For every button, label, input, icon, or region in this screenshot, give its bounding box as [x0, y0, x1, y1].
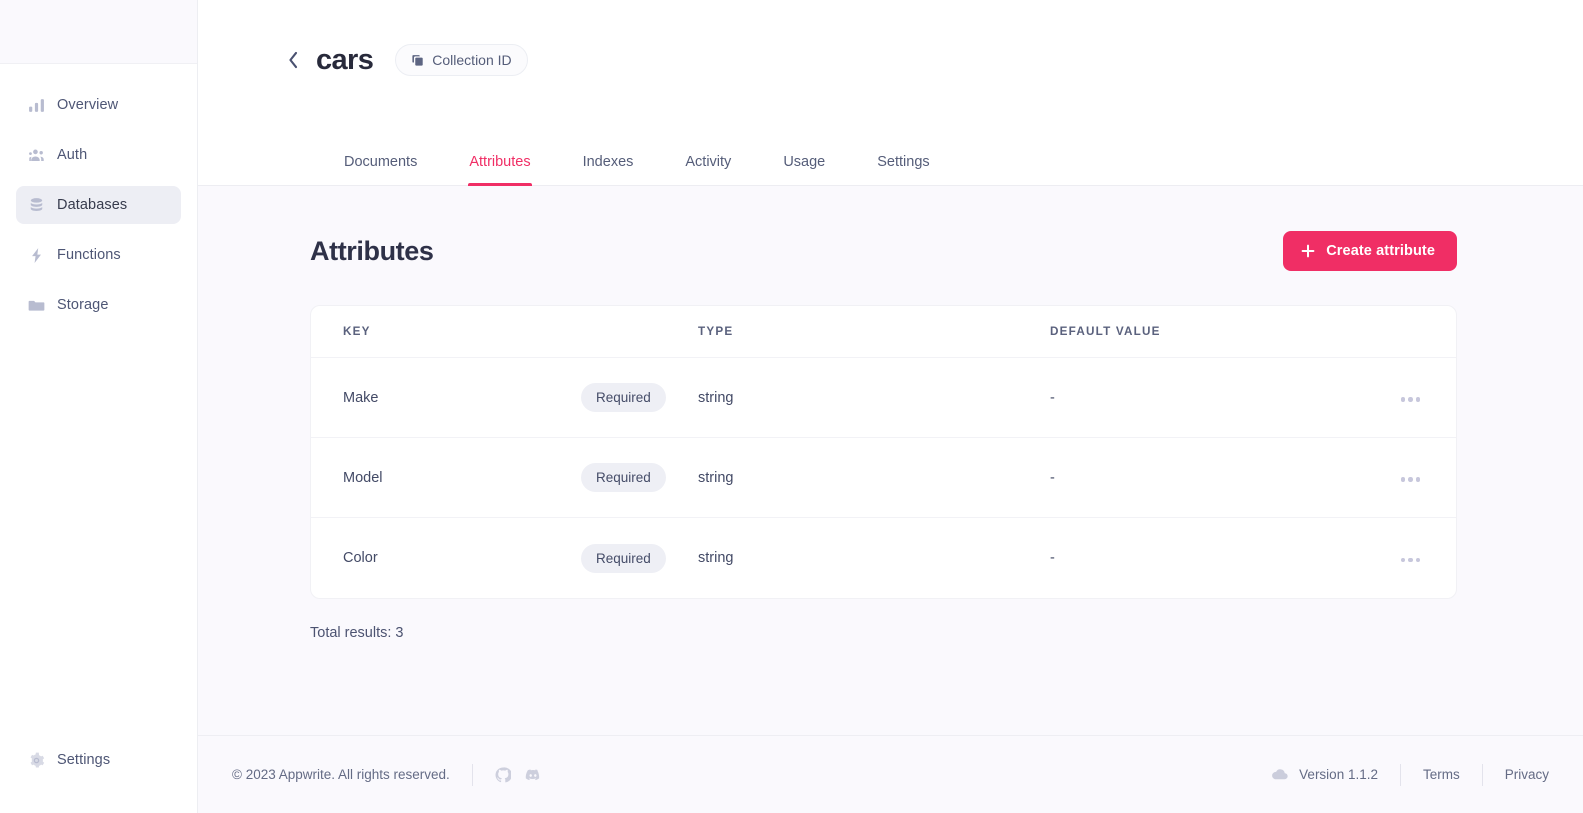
row-actions[interactable] — [1384, 389, 1424, 407]
cell-key: Color — [343, 550, 378, 566]
users-icon — [28, 147, 45, 164]
table-header-row: KEY TYPE DEFAULT VALUE — [311, 306, 1456, 358]
attributes-table: KEY TYPE DEFAULT VALUE Make Required str… — [310, 305, 1457, 599]
sidebar-item-functions[interactable]: Functions — [16, 236, 181, 274]
content-inner: Attributes Create attribute KEY TYPE DEF… — [198, 231, 1583, 641]
database-icon — [28, 197, 45, 214]
cell-key: Make — [343, 389, 379, 406]
collection-id-button[interactable]: Collection ID — [395, 44, 528, 76]
divider — [471, 763, 473, 786]
github-icon[interactable] — [495, 766, 512, 783]
column-header-type: TYPE — [698, 325, 734, 338]
sidebar-item-label: Auth — [57, 147, 88, 163]
sidebar-item-label: Overview — [57, 97, 119, 113]
sidebar-item-label: Functions — [57, 247, 121, 263]
bar-chart-icon — [28, 97, 45, 114]
sidebar-item-label: Databases — [57, 197, 128, 213]
page-collection-name: cars — [316, 43, 374, 76]
create-attribute-label: Create attribute — [1326, 243, 1435, 259]
create-attribute-button[interactable]: Create attribute — [1283, 231, 1457, 271]
cell-default-value: - — [1050, 389, 1055, 406]
cell-type: string — [698, 469, 734, 486]
breadcrumb: cars Collection ID — [198, 0, 1583, 76]
plus-icon — [1301, 244, 1315, 258]
tab-activity[interactable]: Activity — [659, 154, 757, 186]
sidebar-item-label: Storage — [57, 297, 109, 313]
tab-bar: Documents Attributes Indexes Activity Us… — [198, 154, 956, 186]
cell-default-value: - — [1050, 469, 1055, 486]
tab-settings[interactable]: Settings — [851, 154, 955, 186]
cell-type: string — [698, 389, 734, 406]
page-footer: © 2023 Appwrite. All rights reserved. Ve… — [198, 735, 1583, 813]
version-label: Version 1.1.2 — [1299, 767, 1378, 782]
sidebar-top-strip — [0, 0, 197, 64]
main-area: cars Collection ID Documents Attributes … — [198, 0, 1583, 813]
cell-required: Required — [581, 543, 698, 573]
more-horizontal-icon[interactable] — [1384, 397, 1424, 402]
tab-documents[interactable]: Documents — [318, 154, 443, 186]
app-root: Overview Auth Databases Functions Storag… — [0, 0, 1583, 813]
sidebar-item-storage[interactable]: Storage — [16, 286, 181, 324]
copyright-text: © 2023 Appwrite. All rights reserved. — [232, 767, 450, 782]
copy-icon — [411, 54, 424, 67]
sidebar-item-overview[interactable]: Overview — [16, 86, 181, 124]
gear-icon — [28, 752, 45, 769]
tab-indexes[interactable]: Indexes — [557, 154, 660, 186]
page-title: Attributes — [310, 235, 434, 266]
tab-attributes[interactable]: Attributes — [443, 154, 556, 186]
more-horizontal-icon[interactable] — [1384, 557, 1424, 562]
content-area: Attributes Create attribute KEY TYPE DEF… — [198, 186, 1583, 813]
collection-id-label: Collection ID — [432, 52, 512, 68]
table-row[interactable]: Make Required string - — [311, 358, 1456, 438]
table-row[interactable]: Color Required string - — [311, 518, 1456, 598]
divider — [1399, 763, 1401, 786]
status-badge: Required — [581, 383, 666, 412]
privacy-link[interactable]: Privacy — [1505, 767, 1549, 782]
cell-key: Model — [343, 469, 383, 486]
table-row[interactable]: Model Required string - — [311, 438, 1456, 518]
lightning-bolt-icon — [28, 247, 45, 264]
status-badge: Required — [581, 543, 666, 573]
chevron-left-icon[interactable] — [288, 49, 302, 71]
sidebar-nav: Overview Auth Databases Functions Storag… — [0, 64, 197, 324]
cloud-icon — [1271, 768, 1289, 781]
sidebar: Overview Auth Databases Functions Storag… — [0, 0, 198, 813]
footer-left: © 2023 Appwrite. All rights reserved. — [232, 763, 541, 786]
cell-required: Required — [581, 463, 698, 492]
footer-right: Version 1.1.2 Terms Privacy — [1271, 763, 1549, 786]
column-header-default-value: DEFAULT VALUE — [1050, 325, 1161, 338]
cell-type: string — [698, 550, 734, 566]
cell-required: Required — [581, 383, 698, 412]
row-actions[interactable] — [1384, 469, 1424, 487]
page-header: Attributes Create attribute — [310, 231, 1457, 271]
sidebar-item-label: Settings — [57, 752, 111, 768]
discord-icon[interactable] — [525, 767, 541, 783]
status-badge: Required — [581, 463, 666, 492]
tab-usage[interactable]: Usage — [757, 154, 851, 186]
sidebar-item-databases[interactable]: Databases — [16, 186, 181, 224]
more-horizontal-icon[interactable] — [1384, 477, 1424, 482]
sidebar-footer: Settings — [0, 741, 197, 779]
sidebar-item-auth[interactable]: Auth — [16, 136, 181, 174]
sidebar-item-settings[interactable]: Settings — [16, 741, 181, 779]
folder-icon — [28, 297, 45, 314]
column-header-key: KEY — [343, 325, 371, 338]
row-actions[interactable] — [1384, 549, 1424, 567]
terms-link[interactable]: Terms — [1423, 767, 1460, 782]
total-results-label: Total results: 3 — [310, 625, 404, 641]
cell-default-value: - — [1050, 550, 1055, 566]
topbar: cars Collection ID Documents Attributes … — [198, 0, 1583, 186]
divider — [1481, 763, 1483, 786]
